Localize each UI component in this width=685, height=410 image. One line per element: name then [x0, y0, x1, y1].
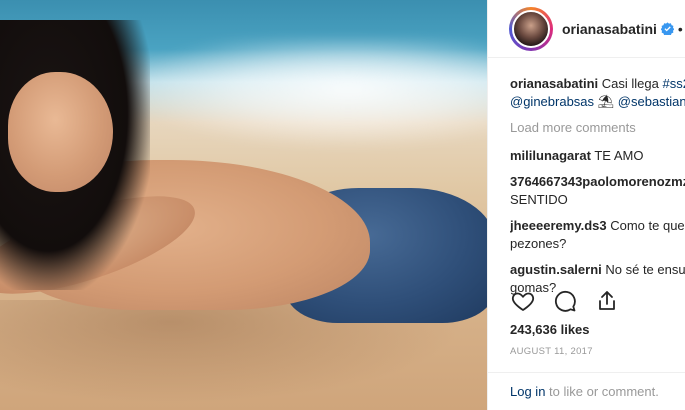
caption-hashtag[interactable]: #ss20 [662, 76, 685, 91]
sea-foam [120, 40, 487, 150]
header-username[interactable]: orianasabatini [562, 21, 657, 37]
comment-text: Como te qued [610, 218, 685, 233]
login-prompt: Log in to like or comment. [488, 372, 685, 410]
comment-text-continued: pezones? [510, 236, 567, 251]
verified-badge-icon [660, 22, 674, 35]
post-actions [510, 288, 620, 314]
comment-text: TE AMO [594, 148, 644, 163]
comment-text-continued: SENTIDO [510, 192, 568, 207]
comments-list: orianasabatini Casi llega #ss20 @ginebra… [488, 58, 685, 297]
login-prompt-text: to like or comment. [549, 384, 659, 399]
caption: orianasabatini Casi llega #ss20 @ginebra… [510, 75, 685, 111]
avatar[interactable] [509, 6, 553, 51]
avatar-photo [512, 9, 550, 48]
comment-item: mililunagarat TE AMO [510, 147, 685, 165]
load-more-comments-button[interactable]: Load more comments [510, 119, 685, 137]
comment-username[interactable]: 3764667343paolomorenozmz [510, 174, 685, 189]
caption-mention-1[interactable]: @ginebrabsas [510, 94, 594, 109]
post-side-panel: orianasabatini • Fo orianasabatini Casi … [487, 0, 685, 410]
comment-item: jheeeeremy.ds3 Como te qued pezones? [510, 217, 685, 253]
post-date: AUGUST 11, 2017 [510, 346, 593, 357]
person-face [8, 72, 113, 192]
caption-text: Casi llega [601, 76, 659, 91]
heart-icon[interactable] [510, 288, 536, 314]
comment-text: No sé te ensuci [605, 262, 685, 277]
header-separator: • [677, 20, 683, 37]
likes-count[interactable]: 243,636 likes [510, 322, 590, 337]
comment-username[interactable]: mililunagarat [510, 148, 591, 163]
comment-username[interactable]: jheeeeremy.ds3 [510, 218, 607, 233]
share-icon[interactable] [594, 288, 620, 314]
post-header: orianasabatini • Fo [488, 0, 685, 58]
caption-mention-2[interactable]: @sebastianfa [618, 94, 685, 109]
login-link[interactable]: Log in [510, 384, 545, 399]
comment-item: 3764667343paolomorenozmz SENTIDO [510, 173, 685, 209]
caption-username[interactable]: orianasabatini [510, 76, 598, 91]
post-photo[interactable] [0, 0, 487, 410]
comment-icon[interactable] [552, 288, 578, 314]
comment-username[interactable]: agustin.salerni [510, 262, 602, 277]
umbrella-emoji-icon: ⛱ [597, 94, 615, 109]
